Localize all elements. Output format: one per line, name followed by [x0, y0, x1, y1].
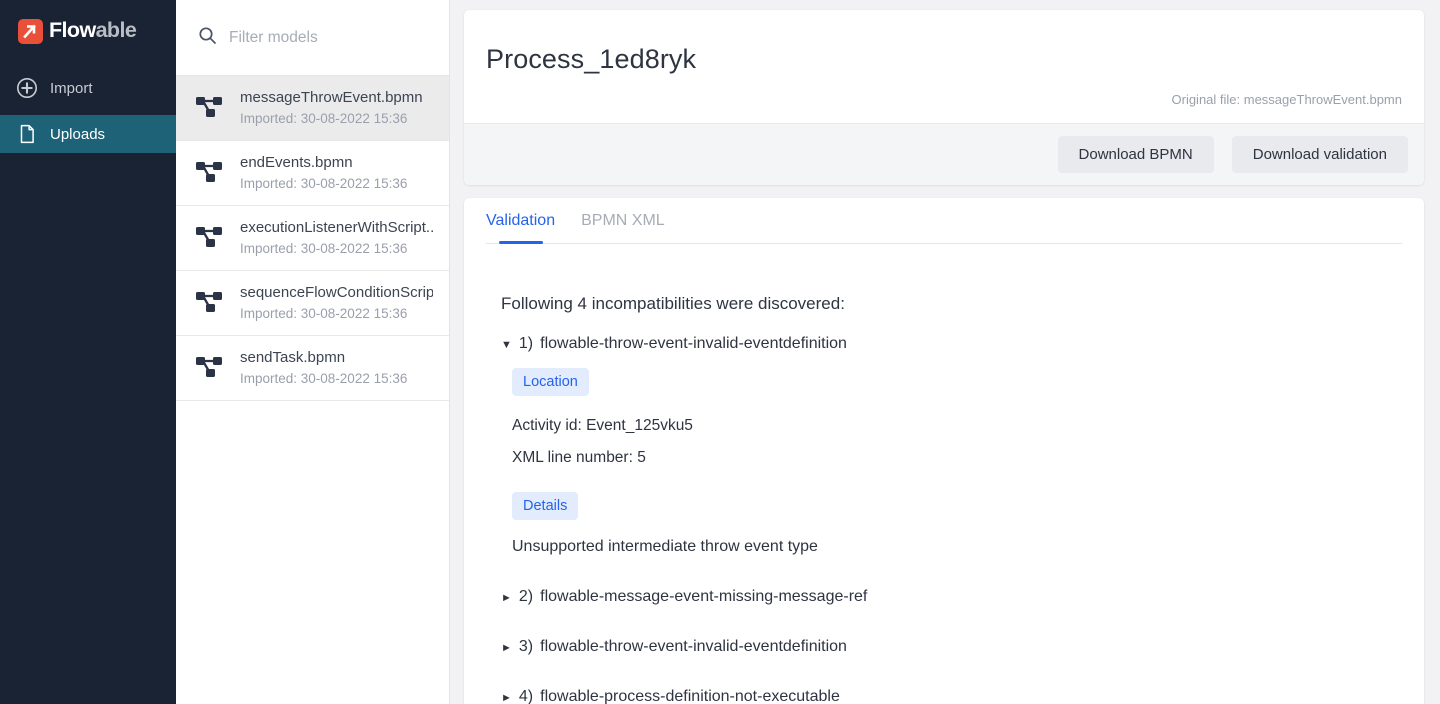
validation-issue-header[interactable]: ► 3) flowable-throw-event-invalid-eventd…	[501, 638, 1402, 656]
validation-issue-name: flowable-throw-event-invalid-eventdefini…	[540, 638, 847, 656]
validation-issue: ► 2) flowable-message-event-missing-mess…	[501, 588, 1402, 606]
bpmn-model-icon	[192, 286, 226, 320]
flowable-arrow-logo-icon	[18, 19, 43, 44]
page-title: Process_1ed8ryk	[486, 44, 1402, 75]
document-icon	[16, 123, 38, 145]
detail-panel: Process_1ed8ryk Original file: messageTh…	[450, 0, 1440, 704]
bpmn-model-icon	[192, 91, 226, 125]
chevron-down-icon[interactable]: ▼	[501, 340, 512, 351]
validation-issue-name: flowable-throw-event-invalid-eventdefini…	[540, 335, 847, 353]
validation-summary: Following 4 incompatibilities were disco…	[501, 294, 1402, 314]
model-list-item[interactable]: endEvents.bpmn Imported: 30-08-2022 15:3…	[176, 141, 449, 206]
process-actions: Download BPMN Download validation	[464, 123, 1424, 185]
validation-issue-name: flowable-process-definition-not-executab…	[540, 688, 840, 704]
model-date: Imported: 30-08-2022 15:36	[240, 369, 407, 389]
model-list-item[interactable]: sendTask.bpmn Imported: 30-08-2022 15:36	[176, 336, 449, 401]
validation-issue-index: 2)	[519, 588, 533, 606]
validation-card: Validation BPMN XML Following 4 incompat…	[464, 198, 1424, 704]
sidebar-item-import-label: Import	[50, 80, 93, 97]
brand-logo[interactable]: Flowable	[0, 0, 176, 62]
process-header: Process_1ed8ryk Original file: messageTh…	[464, 10, 1424, 123]
brand-name-part2: able	[96, 18, 137, 42]
model-date: Imported: 30-08-2022 15:36	[240, 304, 433, 324]
chevron-right-icon[interactable]: ►	[501, 593, 512, 604]
validation-issue-name: flowable-message-event-missing-message-r…	[540, 588, 867, 606]
model-list-item-meta: endEvents.bpmn Imported: 30-08-2022 15:3…	[240, 152, 407, 195]
model-name: messageThrowEvent.bpmn	[240, 87, 423, 109]
brand-name: Flowable	[49, 20, 136, 42]
activity-id-value: Activity id: Event_125vku5	[512, 413, 1402, 439]
validation-issue-index: 3)	[519, 638, 533, 656]
tab-validation[interactable]: Validation	[486, 212, 555, 243]
search-input[interactable]	[229, 29, 427, 47]
sidebar-item-import[interactable]: Import	[0, 69, 176, 107]
brand-name-part1: Flow	[49, 18, 96, 42]
app-root: Flowable Import Up	[0, 0, 1440, 704]
chevron-right-icon[interactable]: ►	[501, 693, 512, 704]
download-validation-button[interactable]: Download validation	[1232, 136, 1408, 173]
sidebar-item-uploads[interactable]: Uploads	[0, 115, 176, 153]
model-list-item-meta: executionListenerWithScript.... Imported…	[240, 217, 433, 260]
validation-issue-index: 4)	[519, 688, 533, 704]
chevron-right-icon[interactable]: ►	[501, 643, 512, 654]
process-header-card: Process_1ed8ryk Original file: messageTh…	[464, 10, 1424, 185]
xml-line-number-value: XML line number: 5	[512, 445, 1402, 471]
model-name: endEvents.bpmn	[240, 152, 407, 174]
search-icon	[198, 26, 217, 50]
validation-issue-header[interactable]: ▼ 1) flowable-throw-event-invalid-eventd…	[501, 335, 1402, 353]
detail-tabs: Validation BPMN XML	[486, 198, 1402, 244]
original-file-label: Original file: messageThrowEvent.bpmn	[486, 92, 1402, 107]
models-panel: messageThrowEvent.bpmn Imported: 30-08-2…	[176, 0, 450, 704]
sidebar-nav: Import Uploads	[0, 69, 176, 161]
model-list-item[interactable]: messageThrowEvent.bpmn Imported: 30-08-2…	[176, 76, 449, 141]
validation-issue-index: 1)	[519, 335, 533, 353]
model-list-item[interactable]: executionListenerWithScript.... Imported…	[176, 206, 449, 271]
model-name: sequenceFlowConditionScrip...	[240, 282, 433, 304]
model-list-item-meta: messageThrowEvent.bpmn Imported: 30-08-2…	[240, 87, 423, 130]
download-bpmn-button[interactable]: Download BPMN	[1058, 136, 1214, 173]
details-badge: Details	[512, 492, 578, 520]
model-date: Imported: 30-08-2022 15:36	[240, 174, 407, 194]
filter-row	[176, 0, 449, 76]
model-list-item-meta: sendTask.bpmn Imported: 30-08-2022 15:36	[240, 347, 407, 390]
tab-bpmn-xml[interactable]: BPMN XML	[581, 212, 665, 243]
model-date: Imported: 30-08-2022 15:36	[240, 109, 423, 129]
validation-issue: ► 3) flowable-throw-event-invalid-eventd…	[501, 638, 1402, 656]
validation-issue: ▼ 1) flowable-throw-event-invalid-eventd…	[501, 335, 1402, 556]
model-name: sendTask.bpmn	[240, 347, 407, 369]
details-badge-wrap: Details	[512, 492, 1402, 520]
model-date: Imported: 30-08-2022 15:36	[240, 239, 433, 259]
model-list-item[interactable]: sequenceFlowConditionScrip... Imported: …	[176, 271, 449, 336]
bpmn-model-icon	[192, 221, 226, 255]
plus-circle-icon	[16, 77, 38, 99]
location-badge: Location	[512, 368, 589, 396]
validation-issue-detail-text: Unsupported intermediate throw event typ…	[512, 538, 1402, 556]
model-name: executionListenerWithScript....	[240, 217, 433, 239]
model-list-item-meta: sequenceFlowConditionScrip... Imported: …	[240, 282, 433, 325]
sidebar: Flowable Import Up	[0, 0, 176, 704]
validation-issue-header[interactable]: ► 4) flowable-process-definition-not-exe…	[501, 688, 1402, 704]
bpmn-model-icon	[192, 156, 226, 190]
sidebar-item-uploads-label: Uploads	[50, 126, 105, 143]
validation-issue-body: Location Activity id: Event_125vku5 XML …	[512, 368, 1402, 556]
validation-issue: ► 4) flowable-process-definition-not-exe…	[501, 688, 1402, 704]
validation-issue-header[interactable]: ► 2) flowable-message-event-missing-mess…	[501, 588, 1402, 606]
bpmn-model-icon	[192, 351, 226, 385]
